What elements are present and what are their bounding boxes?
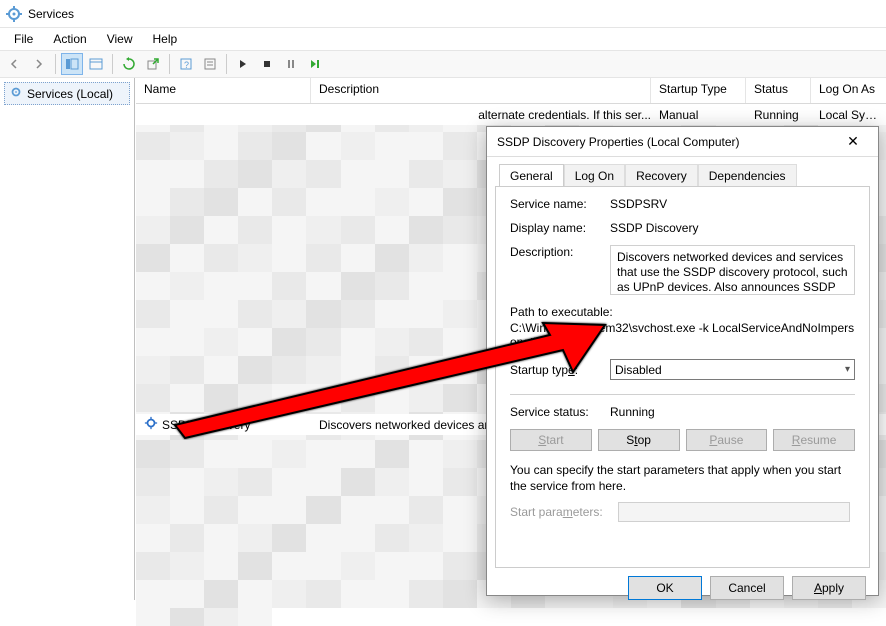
col-description[interactable]: Description	[311, 78, 651, 103]
col-log-on-as[interactable]: Log On As	[811, 78, 886, 103]
menu-action[interactable]: Action	[43, 30, 96, 48]
show-hide-tree-button[interactable]	[61, 53, 83, 75]
window-title: Services	[28, 7, 74, 21]
play-button[interactable]	[232, 53, 254, 75]
label-service-status: Service status:	[510, 405, 610, 419]
tab-body: Service name: SSDPSRV Display name: SSDP…	[495, 186, 870, 568]
resume-button: Resume	[773, 429, 855, 451]
tab-log-on[interactable]: Log On	[564, 164, 625, 187]
col-status[interactable]: Status	[746, 78, 811, 103]
chevron-down-icon: ▾	[845, 364, 850, 375]
col-name[interactable]: Name	[136, 78, 311, 103]
pause-button: Pause	[686, 429, 768, 451]
cell-logon: Local Syste...	[811, 106, 886, 124]
restart-button[interactable]	[304, 53, 326, 75]
start-button: Start	[510, 429, 592, 451]
value-path: C:\Windows\system32\svchost.exe -k Local…	[510, 321, 855, 349]
label-start-parameters: Start parameters:	[510, 505, 610, 519]
menubar: File Action View Help	[0, 28, 886, 50]
startup-type-combo[interactable]: Disabled ▾	[610, 359, 855, 380]
gear-icon	[144, 416, 158, 433]
tab-dependencies[interactable]: Dependencies	[698, 164, 797, 187]
services-icon	[6, 6, 22, 22]
label-description: Description:	[510, 245, 610, 259]
column-headers: Name Description Startup Type Status Log…	[136, 78, 886, 104]
svg-text:?: ?	[184, 60, 189, 70]
cancel-button[interactable]: Cancel	[710, 576, 784, 600]
export-button[interactable]	[142, 53, 164, 75]
tree-item-label: Services (Local)	[27, 87, 113, 101]
help-button[interactable]: ?	[175, 53, 197, 75]
col-startup-type[interactable]: Startup Type	[651, 78, 746, 103]
stop-button[interactable]	[256, 53, 278, 75]
startup-type-value: Disabled	[615, 363, 662, 377]
tree-item-services-local[interactable]: Services (Local)	[4, 82, 130, 105]
dialog-title: SSDP Discovery Properties (Local Compute…	[497, 135, 740, 149]
properties-button[interactable]	[199, 53, 221, 75]
menu-view[interactable]: View	[97, 30, 143, 48]
details-button[interactable]	[85, 53, 107, 75]
back-button[interactable]	[4, 53, 26, 75]
value-service-status: Running	[610, 405, 855, 419]
start-parameters-input	[618, 502, 850, 522]
dialog-titlebar[interactable]: SSDP Discovery Properties (Local Compute…	[487, 127, 878, 157]
cell-status: Running	[746, 106, 811, 124]
label-service-name: Service name:	[510, 197, 610, 211]
cell-desc: alternate credentials. If this ser...	[311, 106, 651, 124]
label-path: Path to executable:	[510, 305, 855, 319]
label-startup-type: Startup type:	[510, 363, 610, 377]
menu-file[interactable]: File	[4, 30, 43, 48]
apply-button[interactable]: Apply	[792, 576, 866, 600]
properties-dialog: SSDP Discovery Properties (Local Compute…	[486, 126, 879, 596]
value-display-name: SSDP Discovery	[610, 221, 855, 235]
refresh-button[interactable]	[118, 53, 140, 75]
forward-button[interactable]	[28, 53, 50, 75]
stop-button[interactable]: Stop	[598, 429, 680, 451]
value-service-name: SSDPSRV	[610, 197, 855, 211]
ok-button[interactable]: OK	[628, 576, 702, 600]
cell-name: SSDP Discovery	[136, 414, 311, 435]
tree-pane: Services (Local)	[0, 78, 135, 600]
tab-recovery[interactable]: Recovery	[625, 164, 698, 187]
gear-icon	[9, 85, 23, 102]
titlebar: Services	[0, 0, 886, 28]
label-display-name: Display name:	[510, 221, 610, 235]
cell-startup-type: Manual	[651, 106, 746, 124]
toolbar: ?	[0, 50, 886, 78]
dialog-footer: OK Cancel Apply	[487, 576, 878, 610]
close-button[interactable]: ✕	[838, 133, 868, 150]
start-params-note: You can specify the start parameters tha…	[510, 463, 855, 494]
menu-help[interactable]: Help	[143, 30, 188, 48]
pause-button[interactable]	[280, 53, 302, 75]
tab-general[interactable]: General	[499, 164, 564, 187]
dialog-tabs: General Log On Recovery Dependencies	[487, 157, 878, 186]
table-row[interactable]: alternate credentials. If this ser... Ma…	[136, 104, 886, 125]
description-box[interactable]: Discovers networked devices and services…	[610, 245, 855, 295]
